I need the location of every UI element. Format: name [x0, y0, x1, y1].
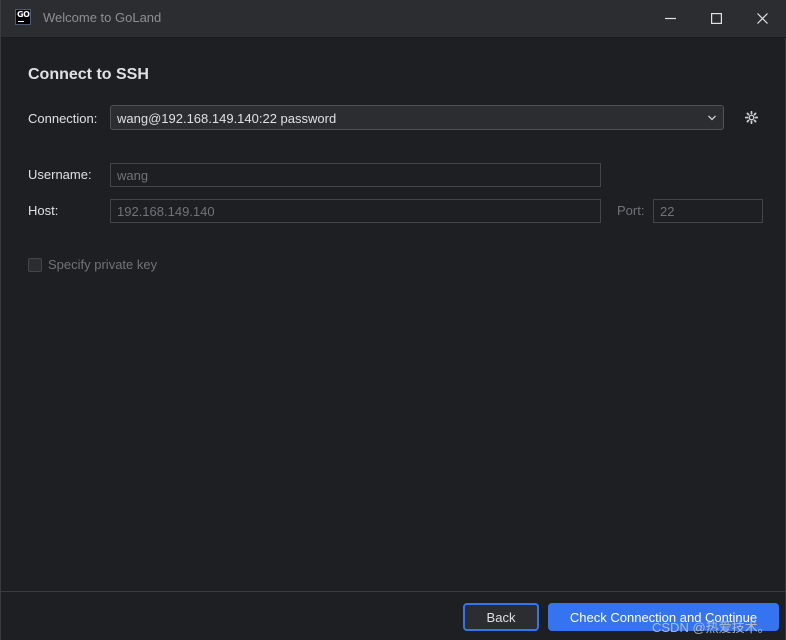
connection-selected-value: wang@192.168.149.140:22 password — [117, 111, 337, 126]
page-title: Connect to SSH — [28, 66, 149, 83]
host-field[interactable] — [110, 199, 601, 223]
connection-dropdown[interactable]: wang@192.168.149.140:22 password — [110, 105, 724, 130]
goland-welcome-window: GO Welcome to GoLand Connect to SSH Conn… — [0, 0, 786, 640]
connection-settings-button[interactable] — [744, 110, 759, 129]
footer-divider — [1, 591, 786, 592]
title-bar: GO Welcome to GoLand — [1, 0, 786, 38]
port-input[interactable] — [654, 200, 762, 222]
window-title: Welcome to GoLand — [43, 10, 162, 25]
goland-logo-icon: GO — [15, 9, 31, 25]
host-input[interactable] — [111, 200, 600, 222]
goland-logo-text: GO — [17, 10, 30, 19]
username-field[interactable] — [110, 163, 601, 187]
close-icon — [756, 13, 768, 24]
chevron-down-icon — [708, 115, 716, 121]
host-label: Host: — [28, 203, 59, 218]
close-button[interactable] — [739, 0, 785, 37]
private-key-checkbox[interactable] — [28, 258, 42, 272]
back-button[interactable]: Back — [463, 603, 539, 631]
private-key-label: Specify private key — [48, 257, 158, 272]
connection-label: Connection: — [28, 111, 98, 126]
port-field[interactable] — [653, 199, 763, 223]
maximize-icon — [710, 13, 722, 24]
minimize-button[interactable] — [647, 0, 693, 37]
port-label: Port: — [617, 203, 645, 218]
gear-icon — [744, 110, 759, 125]
username-label: Username: — [28, 167, 92, 182]
minimize-icon — [664, 17, 676, 20]
watermark: CSDN @热爱技术。 — [652, 620, 771, 635]
maximize-button[interactable] — [693, 0, 739, 37]
username-input[interactable] — [111, 164, 600, 186]
